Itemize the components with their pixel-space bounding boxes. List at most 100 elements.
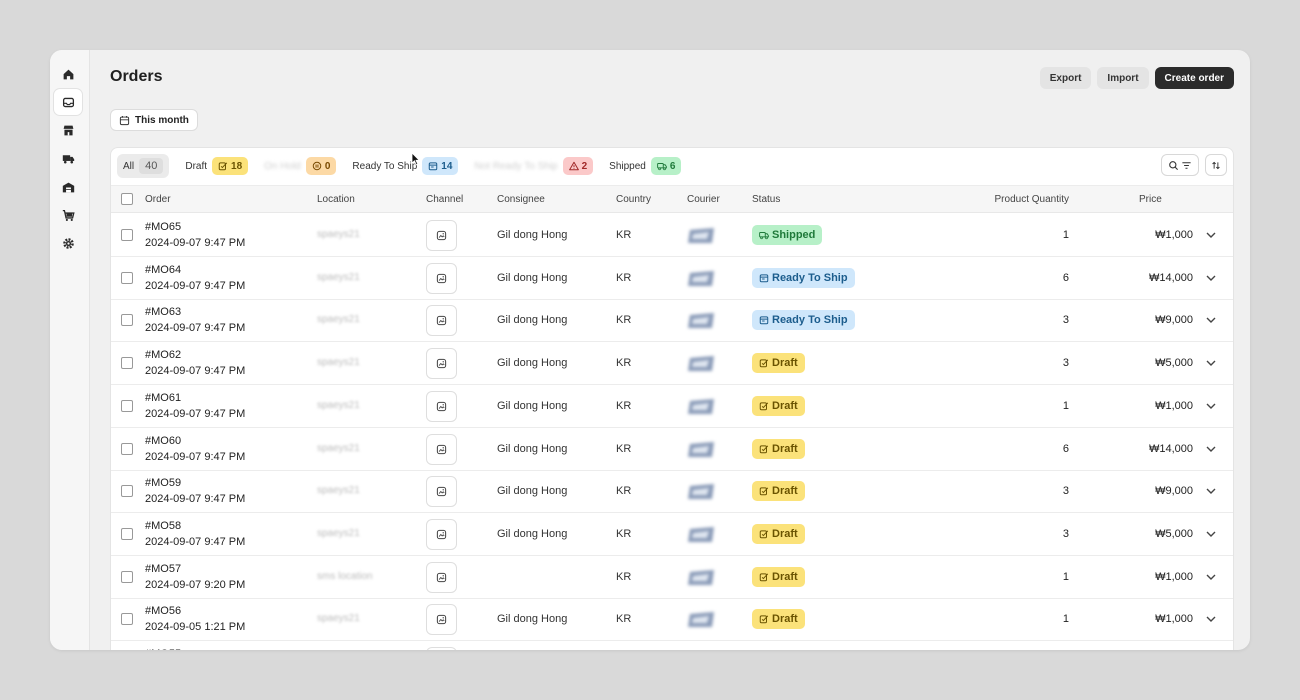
price-value: ₩14,000 bbox=[1148, 271, 1193, 284]
chevron-down-icon[interactable] bbox=[1205, 528, 1217, 540]
header-location[interactable]: Location bbox=[317, 186, 355, 214]
country-code: KR bbox=[616, 271, 632, 284]
order-id[interactable]: #MO61 bbox=[145, 391, 181, 406]
channel-badge bbox=[426, 476, 457, 508]
mouse-cursor-icon bbox=[411, 152, 421, 166]
home-icon[interactable] bbox=[54, 61, 82, 87]
date-filter-button[interactable]: This month bbox=[110, 109, 198, 131]
warehouse-icon[interactable] bbox=[54, 174, 82, 200]
chevron-down-icon[interactable] bbox=[1205, 400, 1217, 412]
order-id[interactable]: #MO56 bbox=[145, 604, 181, 619]
table-row[interactable]: #MO61 2024-09-07 9:47 PM spaeys21 Gil dong … bbox=[111, 385, 1233, 428]
channel-image-icon bbox=[436, 444, 447, 454]
status-badge: Ready To Ship bbox=[752, 267, 855, 288]
tab-all[interactable]: All 40 bbox=[117, 154, 170, 178]
tab-on-hold-count: 0 bbox=[305, 157, 337, 175]
table-row[interactable]: #MO63 2024-09-07 9:47 PM spaeys21 Gil dong … bbox=[111, 299, 1233, 343]
tab-draft-count-value: 18 bbox=[231, 160, 243, 172]
select-all-checkbox[interactable] bbox=[121, 193, 133, 205]
tab-on-hold-label: On Hold bbox=[264, 160, 301, 172]
chevron-down-icon[interactable] bbox=[1205, 613, 1217, 625]
channel-badge bbox=[426, 348, 457, 380]
header-status[interactable]: Status bbox=[752, 186, 780, 214]
header-country[interactable]: Country bbox=[616, 186, 651, 214]
chevron-down-icon[interactable] bbox=[1205, 314, 1217, 326]
order-id[interactable]: #MO58 bbox=[145, 519, 181, 534]
chevron-down-icon[interactable] bbox=[1205, 485, 1217, 497]
row-checkbox[interactable] bbox=[121, 485, 133, 498]
row-checkbox[interactable] bbox=[121, 314, 133, 327]
sort-button[interactable] bbox=[1205, 154, 1227, 176]
chevron-down-icon[interactable] bbox=[1205, 571, 1217, 583]
tab-on-hold[interactable]: On Hold 0 bbox=[264, 157, 337, 175]
chevron-down-icon[interactable] bbox=[1205, 443, 1217, 455]
courier-logo-icon bbox=[688, 356, 714, 372]
row-checkbox[interactable] bbox=[121, 613, 133, 626]
tab-ready-to-ship[interactable]: Ready To Ship 14 bbox=[352, 157, 459, 175]
tab-not-ready-label: Not Ready To Ship bbox=[474, 160, 558, 172]
consignee-name: Gil dong Hong bbox=[497, 527, 568, 540]
country-code: KR bbox=[616, 229, 632, 241]
header-order[interactable]: Order bbox=[145, 186, 171, 214]
channel-image-icon bbox=[436, 358, 447, 369]
tab-draft[interactable]: Draft 18 bbox=[185, 157, 249, 175]
channel-badge bbox=[426, 220, 457, 251]
row-checkbox[interactable] bbox=[121, 527, 133, 540]
table-row[interactable]: #MO55 bbox=[111, 641, 1233, 650]
header-channel[interactable]: Channel bbox=[426, 186, 463, 214]
order-id[interactable]: #MO59 bbox=[145, 476, 181, 491]
header-courier[interactable]: Courier bbox=[687, 186, 720, 214]
table-row[interactable]: #MO59 2024-09-07 9:47 PM spaeys21 Gil dong … bbox=[111, 470, 1233, 514]
package-icon bbox=[759, 316, 769, 325]
edit-check-icon bbox=[218, 162, 228, 171]
order-id[interactable]: #MO55 bbox=[145, 647, 181, 650]
chevron-down-icon[interactable] bbox=[1205, 272, 1217, 284]
channel-image-icon bbox=[436, 529, 447, 540]
order-date: 2024-09-07 9:47 PM bbox=[145, 322, 246, 335]
chevron-down-icon[interactable] bbox=[1205, 229, 1217, 241]
header-product-quantity[interactable]: Product Quantity bbox=[995, 186, 1069, 214]
create-order-button[interactable]: Create order bbox=[1154, 67, 1234, 89]
table-row[interactable]: #MO58 2024-09-07 9:47 PM spaeys21 Gil dong … bbox=[111, 513, 1233, 556]
table-row[interactable]: #MO62 2024-09-07 9:47 PM spaeys21 Gil dong … bbox=[111, 342, 1233, 386]
order-id[interactable]: #MO64 bbox=[145, 263, 181, 278]
channel-image-icon bbox=[436, 572, 447, 582]
tab-not-ready-to-ship[interactable]: Not Ready To Ship 2 bbox=[474, 157, 594, 175]
header-price[interactable]: Price bbox=[1139, 186, 1162, 214]
row-checkbox[interactable] bbox=[121, 357, 133, 370]
cart-icon[interactable] bbox=[54, 202, 82, 228]
row-checkbox[interactable] bbox=[121, 271, 133, 284]
table-row[interactable]: #MO56 2024-09-05 1:21 PM spaeys21 Gil dong … bbox=[111, 598, 1233, 642]
table-row[interactable]: #MO65 2024-09-07 9:47 PM spaeys21 Gil dong … bbox=[111, 214, 1233, 257]
table-row[interactable]: #MO60 2024-09-07 9:47 PM spaeys21 Gil dong … bbox=[111, 428, 1233, 471]
row-checkbox[interactable] bbox=[121, 442, 133, 455]
tab-shipped[interactable]: Shipped 6 bbox=[609, 157, 682, 175]
row-checkbox[interactable] bbox=[121, 229, 133, 241]
order-id[interactable]: #MO57 bbox=[145, 562, 181, 577]
country-code: KR bbox=[616, 442, 632, 455]
status-badge: Draft bbox=[752, 395, 805, 416]
chevron-down-icon[interactable] bbox=[1205, 357, 1217, 369]
table-row[interactable]: #MO64 2024-09-07 9:47 PM spaeys21 Gil dong … bbox=[111, 257, 1233, 300]
store-icon[interactable] bbox=[54, 117, 82, 143]
edit-check-icon bbox=[759, 487, 769, 496]
order-id[interactable]: #MO63 bbox=[145, 305, 181, 320]
order-id[interactable]: #MO62 bbox=[145, 348, 181, 363]
table-row[interactable]: #MO57 2024-09-07 9:20 PM sms location KR Dra… bbox=[111, 556, 1233, 599]
tab-shipped-count: 6 bbox=[650, 157, 682, 175]
location-value: spaeys21 bbox=[317, 357, 360, 369]
export-button[interactable]: Export bbox=[1039, 67, 1092, 89]
search-filter-button[interactable] bbox=[1161, 154, 1199, 176]
price-value: ₩1,000 bbox=[1155, 613, 1193, 626]
inbox-icon[interactable] bbox=[54, 89, 82, 115]
order-id[interactable]: #MO65 bbox=[145, 220, 181, 235]
import-button[interactable]: Import bbox=[1097, 67, 1149, 89]
row-checkbox[interactable] bbox=[121, 570, 133, 583]
status-badge: Draft bbox=[752, 609, 805, 630]
row-checkbox[interactable] bbox=[121, 399, 133, 412]
gear-icon[interactable] bbox=[54, 230, 82, 256]
truck-icon[interactable] bbox=[54, 145, 82, 171]
header-consignee[interactable]: Consignee bbox=[497, 186, 545, 214]
product-quantity: 3 bbox=[1062, 485, 1069, 498]
order-id[interactable]: #MO60 bbox=[145, 434, 181, 449]
